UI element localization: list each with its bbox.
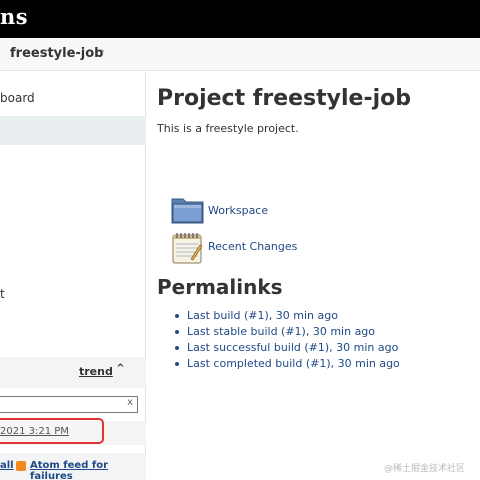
rss-icon [16,461,26,471]
permalink-last-completed[interactable]: Last completed build (#1), 30 min ago [175,357,400,373]
feed-all-link[interactable]: all [0,460,14,471]
chevron-right-icon[interactable]: › [101,46,105,57]
collapse-icon[interactable]: ⌃ [115,362,126,377]
folder-icon [171,198,204,224]
breadcrumb-job[interactable]: freestyle-job [10,46,104,61]
clear-icon[interactable]: x [127,397,133,408]
feed-failures-link[interactable]: Atom feed for failures [30,460,146,480]
project-description: This is a freestyle project. [157,122,299,135]
sidebar: board t trend ⌃ x 2021 3:21 PM all Atom … [0,71,146,480]
feed-links: all Atom feed for failures [0,453,146,480]
permalink-last-stable[interactable]: Last stable build (#1), 30 min ago [175,325,400,341]
workspace-label[interactable]: Workspace [208,204,268,217]
workspace-link[interactable]: Workspace [171,195,268,225]
permalinks-heading: Permalinks [157,275,283,299]
recent-changes-label[interactable]: Recent Changes [208,240,297,253]
highlight-box [0,418,104,444]
top-header: ns [0,0,480,38]
sidebar-item-partial[interactable]: t [0,287,5,301]
recent-changes-link[interactable]: Recent Changes [171,231,297,264]
brand-logo[interactable]: ns [0,4,28,29]
page-title: Project freestyle-job [157,86,411,111]
watermark: @稀土掘金技术社区 [384,464,466,474]
permalink-last-successful[interactable]: Last successful build (#1), 30 min ago [175,341,400,357]
permalink-last-build[interactable]: Last build (#1), 30 min ago [175,309,400,325]
build-history-header: trend ⌃ [0,357,146,388]
notepad-icon [172,233,203,264]
permalinks-list: Last build (#1), 30 min ago Last stable … [175,309,400,373]
build-filter-input[interactable]: x [0,396,138,413]
sidebar-item-active[interactable] [0,116,146,145]
sidebar-item-dashboard[interactable]: board [0,91,35,105]
trend-link[interactable]: trend [79,365,113,378]
breadcrumb: freestyle-job › [0,38,480,71]
